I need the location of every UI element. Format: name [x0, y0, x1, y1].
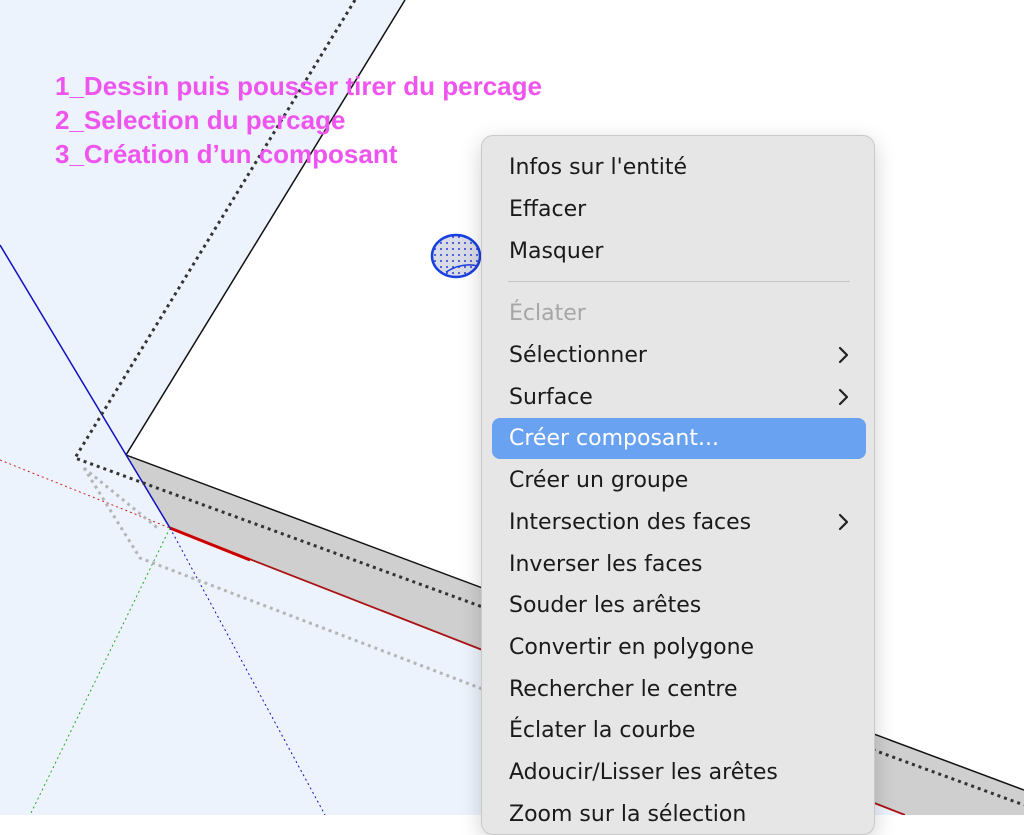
- menu-item-soften-smooth-edges[interactable]: Adoucir/Lisser les arêtes: [492, 752, 866, 793]
- menu-item-label: Éclater la courbe: [509, 718, 696, 743]
- menu-item-label: Sélectionner: [509, 343, 647, 368]
- menu-item-label: Créer composant...: [509, 426, 719, 451]
- menu-item-weld-edges[interactable]: Souder les arêtes: [492, 585, 866, 626]
- menu-item-surface[interactable]: Surface: [492, 377, 866, 418]
- menu-separator: [508, 281, 850, 282]
- menu-item-convert-to-polygon[interactable]: Convertir en polygone: [492, 627, 866, 668]
- menu-item-label: Créer un groupe: [509, 468, 689, 493]
- selected-hole[interactable]: [430, 233, 482, 279]
- chevron-right-icon: [838, 346, 849, 364]
- menu-item-erase[interactable]: Effacer: [492, 189, 866, 230]
- chevron-right-icon: [838, 388, 849, 406]
- menu-item-label: Convertir en polygone: [509, 635, 755, 660]
- menu-item-make-component[interactable]: Créer composant...: [492, 418, 866, 459]
- menu-item-explode-curve[interactable]: Éclater la courbe: [492, 710, 866, 751]
- annotation-line-2: 2_Selection du percage: [55, 105, 346, 135]
- menu-item-explode: Éclater: [492, 293, 866, 334]
- annotation-line-3: 3_Création d’un composant: [55, 139, 398, 169]
- menu-item-entity-info[interactable]: Infos sur l'entité: [492, 147, 866, 188]
- menu-item-label: Adoucir/Lisser les arêtes: [509, 760, 778, 785]
- menu-item-hide[interactable]: Masquer: [492, 231, 866, 272]
- context-menu: Infos sur l'entité Effacer Masquer Éclat…: [481, 135, 875, 835]
- menu-item-reverse-faces[interactable]: Inverser les faces: [492, 544, 866, 585]
- chevron-right-icon: [838, 513, 849, 531]
- menu-item-label: Souder les arêtes: [509, 593, 702, 618]
- menu-item-label: Rechercher le centre: [509, 677, 738, 702]
- annotation-line-1: 1_Dessin puis pousser tirer du percage: [55, 71, 542, 101]
- modeling-viewport[interactable]: 1_Dessin puis pousser tirer du percage 2…: [0, 0, 1024, 835]
- menu-item-label: Éclater: [509, 301, 586, 326]
- menu-item-label: Masquer: [509, 239, 604, 264]
- menu-item-select[interactable]: Sélectionner: [492, 335, 866, 376]
- menu-item-find-center[interactable]: Rechercher le centre: [492, 669, 866, 710]
- menu-item-label: Infos sur l'entité: [509, 155, 688, 180]
- menu-item-label: Surface: [509, 385, 593, 410]
- menu-item-make-group[interactable]: Créer un groupe: [492, 460, 866, 501]
- menu-item-label: Intersection des faces: [509, 510, 752, 535]
- menu-item-intersect-faces[interactable]: Intersection des faces: [492, 502, 866, 543]
- menu-item-label: Effacer: [509, 197, 587, 222]
- menu-item-label: Inverser les faces: [509, 552, 703, 577]
